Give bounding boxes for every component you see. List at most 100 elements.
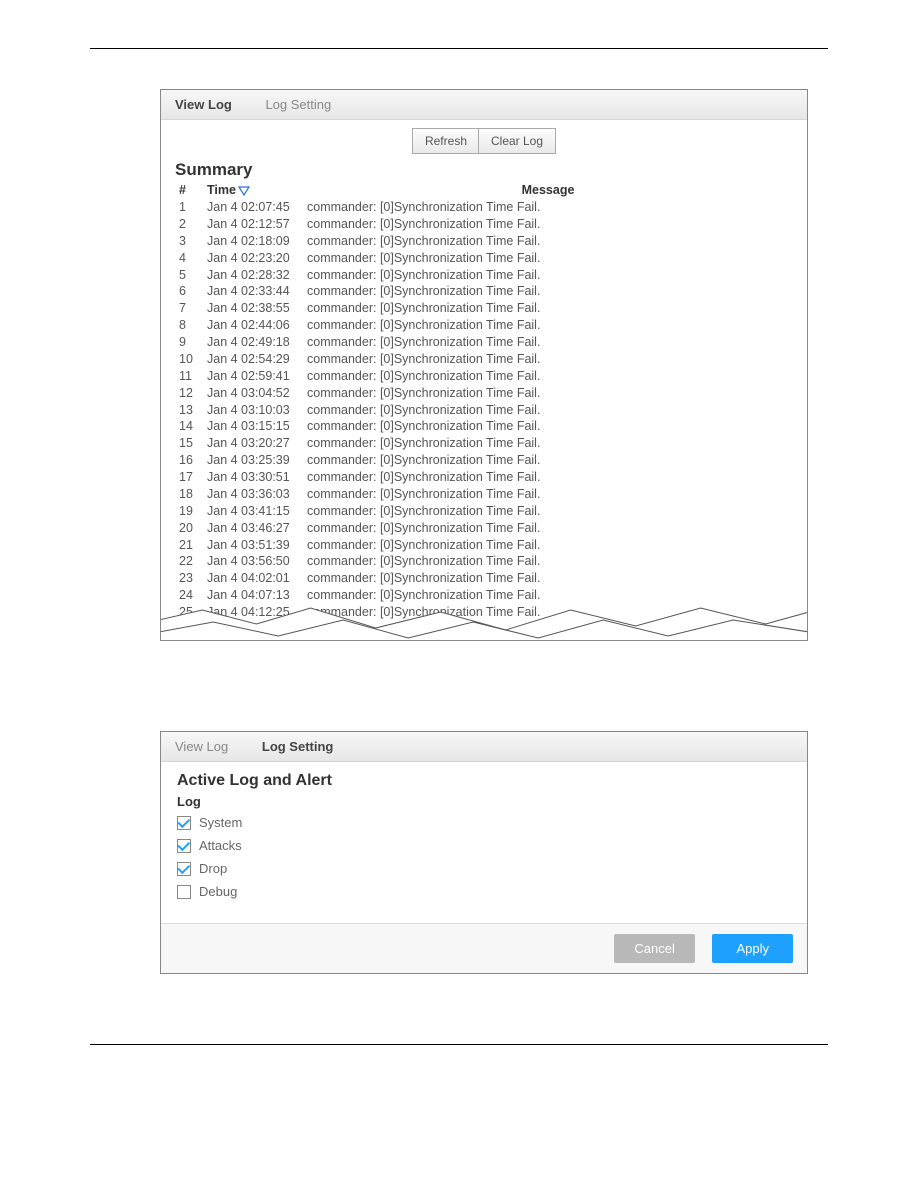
cell-message: commander: [0]Synchronization Time Fail.	[303, 469, 793, 486]
checkbox-drop[interactable]	[177, 862, 191, 876]
checkbox-label: System	[199, 815, 242, 830]
cell-message: commander: [0]Synchronization Time Fail.	[303, 351, 793, 368]
top-rule	[90, 48, 828, 49]
checkbox-debug[interactable]	[177, 885, 191, 899]
cell-time: Jan 4 04:12:25	[203, 604, 303, 621]
bottom-rule	[90, 1044, 828, 1045]
cell-time: Jan 4 02:38:55	[203, 300, 303, 317]
cell-time: Jan 4 02:18:09	[203, 233, 303, 250]
table-row: 20Jan 4 03:46:27commander: [0]Synchroniz…	[175, 520, 793, 537]
cell-number: 11	[175, 368, 203, 385]
cell-message: commander: [0]Synchronization Time Fail.	[303, 537, 793, 554]
table-row: 25Jan 4 04:12:25commander: [0]Synchroniz…	[175, 604, 793, 621]
cell-time: Jan 4 03:30:51	[203, 469, 303, 486]
logsetting-panel: View Log Log Setting Active Log and Aler…	[160, 731, 808, 974]
table-row: 14Jan 4 03:15:15commander: [0]Synchroniz…	[175, 418, 793, 435]
cell-number: 13	[175, 402, 203, 419]
cell-message: commander: [0]Synchronization Time Fail.	[303, 486, 793, 503]
cell-number: 24	[175, 587, 203, 604]
cell-time: Jan 4 03:25:39	[203, 452, 303, 469]
cell-number: 10	[175, 351, 203, 368]
active-log-section: Active Log and Alert Log SystemAttacksDr…	[161, 762, 807, 923]
check-row: Attacks	[177, 838, 791, 853]
cell-time: Jan 4 03:15:15	[203, 418, 303, 435]
cell-time: Jan 4 02:54:29	[203, 351, 303, 368]
table-row: 22Jan 4 03:56:50commander: [0]Synchroniz…	[175, 553, 793, 570]
table-row: 5Jan 4 02:28:32commander: [0]Synchroniza…	[175, 267, 793, 284]
cell-number: 6	[175, 283, 203, 300]
cell-message: commander: [0]Synchronization Time Fail.	[303, 520, 793, 537]
checkbox-label: Attacks	[199, 838, 242, 853]
cell-number: 7	[175, 300, 203, 317]
cell-number: 14	[175, 418, 203, 435]
col-number[interactable]: #	[175, 182, 203, 199]
table-row: 6Jan 4 02:33:44commander: [0]Synchroniza…	[175, 283, 793, 300]
cell-number: 17	[175, 469, 203, 486]
cell-message: commander: [0]Synchronization Time Fail.	[303, 418, 793, 435]
cell-time: Jan 4 03:10:03	[203, 402, 303, 419]
check-row: Debug	[177, 884, 791, 899]
table-row: 12Jan 4 03:04:52commander: [0]Synchroniz…	[175, 385, 793, 402]
cell-number: 3	[175, 233, 203, 250]
viewlog-tabbar: View Log Log Setting	[161, 90, 807, 120]
sort-desc-icon	[238, 186, 250, 196]
cell-message: commander: [0]Synchronization Time Fail.	[303, 385, 793, 402]
table-row: 19Jan 4 03:41:15commander: [0]Synchroniz…	[175, 503, 793, 520]
cell-message: commander: [0]Synchronization Time Fail.	[303, 334, 793, 351]
table-row: 7Jan 4 02:38:55commander: [0]Synchroniza…	[175, 300, 793, 317]
cell-time: Jan 4 02:49:18	[203, 334, 303, 351]
table-row: 17Jan 4 03:30:51commander: [0]Synchroniz…	[175, 469, 793, 486]
cell-message: commander: [0]Synchronization Time Fail.	[303, 587, 793, 604]
clear-log-button[interactable]: Clear Log	[478, 128, 556, 154]
cell-time: Jan 4 02:12:57	[203, 216, 303, 233]
checkbox-system[interactable]	[177, 816, 191, 830]
cancel-button[interactable]: Cancel	[614, 934, 694, 963]
table-row: 2Jan 4 02:12:57commander: [0]Synchroniza…	[175, 216, 793, 233]
tab-view-log[interactable]: View Log	[175, 739, 228, 754]
checkbox-attacks[interactable]	[177, 839, 191, 853]
cell-time: Jan 4 02:44:06	[203, 317, 303, 334]
cell-time: Jan 4 03:20:27	[203, 435, 303, 452]
cell-number: 8	[175, 317, 203, 334]
refresh-button[interactable]: Refresh	[412, 128, 480, 154]
table-row: 13Jan 4 03:10:03commander: [0]Synchroniz…	[175, 402, 793, 419]
cell-message: commander: [0]Synchronization Time Fail.	[303, 216, 793, 233]
apply-button[interactable]: Apply	[712, 934, 793, 963]
col-time[interactable]: Time	[203, 182, 303, 199]
table-row: 24Jan 4 04:07:13commander: [0]Synchroniz…	[175, 587, 793, 604]
cell-time: Jan 4 03:56:50	[203, 553, 303, 570]
table-row: 23Jan 4 04:02:01commander: [0]Synchroniz…	[175, 570, 793, 587]
cell-time: Jan 4 03:51:39	[203, 537, 303, 554]
table-row: 15Jan 4 03:20:27commander: [0]Synchroniz…	[175, 435, 793, 452]
table-row: 11Jan 4 02:59:41commander: [0]Synchroniz…	[175, 368, 793, 385]
table-row: 21Jan 4 03:51:39commander: [0]Synchroniz…	[175, 537, 793, 554]
cell-message: commander: [0]Synchronization Time Fail.	[303, 233, 793, 250]
cell-time: Jan 4 02:23:20	[203, 250, 303, 267]
table-row: 4Jan 4 02:23:20commander: [0]Synchroniza…	[175, 250, 793, 267]
cell-message: commander: [0]Synchronization Time Fail.	[303, 283, 793, 300]
cell-message: commander: [0]Synchronization Time Fail.	[303, 604, 793, 621]
tab-log-setting[interactable]: Log Setting	[262, 739, 334, 754]
cell-number: 21	[175, 537, 203, 554]
cell-number: 22	[175, 553, 203, 570]
cell-number: 5	[175, 267, 203, 284]
table-row: 10Jan 4 02:54:29commander: [0]Synchroniz…	[175, 351, 793, 368]
section-title: Active Log and Alert	[177, 772, 791, 790]
cell-message: commander: [0]Synchronization Time Fail.	[303, 435, 793, 452]
tab-log-setting[interactable]: Log Setting	[265, 97, 331, 112]
cell-message: commander: [0]Synchronization Time Fail.	[303, 317, 793, 334]
viewlog-panel: View Log Log Setting RefreshClear Log Su…	[160, 89, 808, 641]
cell-number: 9	[175, 334, 203, 351]
cell-number: 19	[175, 503, 203, 520]
checkbox-label: Drop	[199, 861, 227, 876]
cell-number: 25	[175, 604, 203, 621]
footer-bar: Cancel Apply	[161, 923, 807, 973]
tab-view-log[interactable]: View Log	[175, 97, 232, 112]
cell-number: 16	[175, 452, 203, 469]
table-row: 3Jan 4 02:18:09commander: [0]Synchroniza…	[175, 233, 793, 250]
cell-message: commander: [0]Synchronization Time Fail.	[303, 250, 793, 267]
table-row: 8Jan 4 02:44:06commander: [0]Synchroniza…	[175, 317, 793, 334]
cell-number: 2	[175, 216, 203, 233]
cell-time: Jan 4 02:07:45	[203, 199, 303, 216]
col-message[interactable]: Message	[303, 182, 793, 199]
